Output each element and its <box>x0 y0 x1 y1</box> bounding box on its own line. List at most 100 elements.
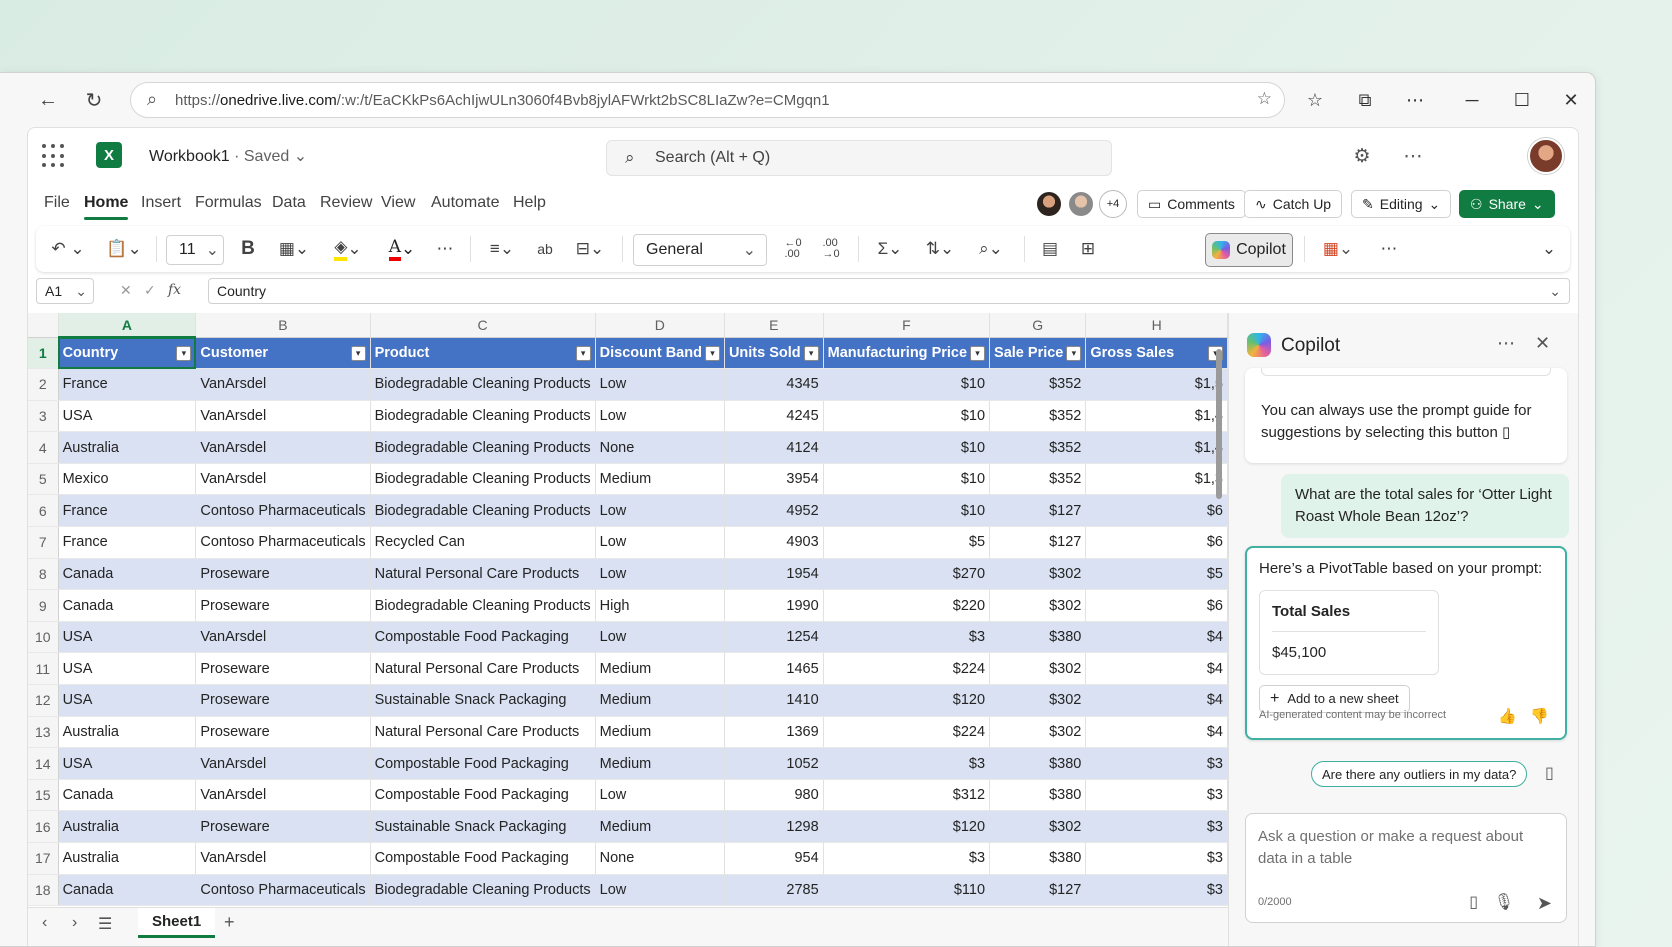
column-header[interactable]: G <box>989 313 1087 338</box>
table-cell[interactable]: Sustainable Snack Packaging <box>370 684 596 717</box>
vertical-scrollbar[interactable] <box>1214 341 1224 921</box>
table-cell[interactable]: Contoso Pharmaceuticals <box>195 874 371 907</box>
copilot-input[interactable]: Ask a question or make a request about d… <box>1245 813 1567 923</box>
more-commands-icon[interactable]: ⋯ <box>1374 235 1404 263</box>
analyze-data-icon[interactable]: ▤ <box>1036 235 1064 263</box>
table-cell[interactable]: $5 <box>1085 558 1228 591</box>
table-cell[interactable]: Low <box>595 779 725 812</box>
table-cell[interactable]: $352 <box>989 431 1087 464</box>
table-cell[interactable]: $3 <box>1085 810 1228 843</box>
table-cell[interactable]: $220 <box>823 589 991 622</box>
autosum-icon[interactable]: Σ⌄ <box>870 235 910 263</box>
thumbs-down-icon[interactable]: 👎 <box>1530 706 1549 728</box>
header-cell[interactable]: Sale Price ▾ <box>989 337 1087 370</box>
table-cell[interactable]: VanArsdel <box>195 463 371 496</box>
table-cell[interactable]: Compostable Food Packaging <box>370 747 596 780</box>
table-cell[interactable]: USA <box>58 400 197 433</box>
table-cell[interactable]: Canada <box>58 874 197 907</box>
table-cell[interactable]: Biodegradable Cleaning Products <box>370 431 596 464</box>
table-cell[interactable]: Biodegradable Cleaning Products <box>370 874 596 907</box>
menu-data[interactable]: Data <box>272 194 306 212</box>
column-header[interactable]: E <box>724 313 824 338</box>
row-header[interactable]: 8 <box>28 558 59 591</box>
microphone-icon[interactable]: 🎙 <box>1494 892 1514 912</box>
table-cell[interactable]: Contoso Pharmaceuticals <box>195 494 371 528</box>
table-cell[interactable]: Low <box>595 526 725 559</box>
filter-dropdown-icon[interactable]: ▾ <box>803 345 819 361</box>
user-avatar[interactable] <box>1528 138 1564 174</box>
collections-icon[interactable]: ⧉ <box>1350 85 1380 115</box>
table-cell[interactable]: $5 <box>823 526 991 559</box>
column-header[interactable]: F <box>823 313 991 338</box>
table-cell[interactable]: $1,3 <box>1085 463 1228 496</box>
table-cell[interactable]: $3 <box>823 621 991 654</box>
back-arrow-icon[interactable]: ← <box>34 86 62 114</box>
menu-view[interactable]: View <box>381 194 415 212</box>
table-cell[interactable]: Canada <box>58 589 197 622</box>
collaborator-avatar[interactable] <box>1035 190 1063 218</box>
row-header[interactable]: 2 <box>28 368 59 401</box>
table-styles-icon[interactable]: ▦ ⌄ <box>1316 235 1360 263</box>
table-cell[interactable]: Low <box>595 368 725 401</box>
table-cell[interactable]: Proseware <box>195 810 371 843</box>
favorites-icon[interactable]: ☆ <box>1300 85 1330 115</box>
table-cell[interactable]: Medium <box>595 684 725 717</box>
table-cell[interactable]: Natural Personal Care Products <box>370 558 596 591</box>
merge-icon[interactable]: ⊟⌄ <box>570 235 610 263</box>
table-cell[interactable]: $110 <box>823 874 991 907</box>
catch-up-button[interactable]: ∿ Catch Up <box>1244 190 1343 218</box>
font-color-icon[interactable]: A ⌄ <box>380 235 424 263</box>
function-icon[interactable]: fx <box>168 282 181 298</box>
minimize-icon[interactable]: ─ <box>1457 85 1487 115</box>
table-cell[interactable]: $302 <box>989 810 1087 843</box>
table-cell[interactable]: $127 <box>989 526 1087 559</box>
find-icon[interactable]: ⌕⌄ <box>970 235 1012 263</box>
table-cell[interactable]: Biodegradable Cleaning Products <box>370 589 596 622</box>
table-cell[interactable]: $6 <box>1085 589 1228 622</box>
menu-automate[interactable]: Automate <box>431 194 499 212</box>
prompt-guide-icon[interactable]: ▯ <box>1469 892 1478 912</box>
table-cell[interactable]: $4 <box>1085 621 1228 654</box>
all-sheets-menu-icon[interactable]: ☰ <box>98 914 112 934</box>
decrease-decimal-icon[interactable]: .00 →0 <box>816 235 846 263</box>
table-cell[interactable]: Proseware <box>195 716 371 749</box>
row-header[interactable]: 10 <box>28 621 59 654</box>
search-input[interactable]: ⌕ Search (Alt + Q) <box>606 140 1112 176</box>
refresh-icon[interactable]: ↻ <box>80 86 108 114</box>
table-cell[interactable]: France <box>58 526 197 559</box>
table-cell[interactable]: $6 <box>1085 494 1228 528</box>
table-cell[interactable]: High <box>595 589 725 622</box>
copilot-ribbon-button[interactable]: Copilot <box>1205 233 1293 267</box>
table-cell[interactable]: $10 <box>823 368 991 401</box>
table-cell[interactable]: Medium <box>595 747 725 780</box>
table-cell[interactable]: VanArsdel <box>195 621 371 654</box>
table-cell[interactable]: 4903 <box>724 526 824 559</box>
sheet-tab[interactable]: Sheet1 <box>138 908 216 938</box>
table-cell[interactable]: $4 <box>1085 684 1228 717</box>
menu-file[interactable]: File <box>44 194 70 212</box>
wrap-text-icon[interactable]: ab <box>532 235 558 263</box>
confirm-icon[interactable]: ✓ <box>144 282 156 299</box>
menu-insert[interactable]: Insert <box>141 194 181 212</box>
settings-gear-icon[interactable]: ⚙ <box>1348 142 1376 170</box>
row-header[interactable]: 4 <box>28 431 59 464</box>
filter-dropdown-icon[interactable]: ▾ <box>970 345 986 361</box>
undo-icon[interactable]: ↶ ⌄ <box>48 235 88 263</box>
table-cell[interactable]: Sustainable Snack Packaging <box>370 810 596 843</box>
table-cell[interactable]: $10 <box>823 494 991 528</box>
add-favorite-icon[interactable]: ☆ <box>1257 89 1272 109</box>
filter-dropdown-icon[interactable]: ▾ <box>1066 345 1082 361</box>
send-icon[interactable]: ➤ <box>1537 893 1552 914</box>
table-cell[interactable]: USA <box>58 621 197 654</box>
header-cell[interactable]: Country ▾ <box>58 337 197 370</box>
table-cell[interactable]: VanArsdel <box>195 747 371 780</box>
table-cell[interactable]: Medium <box>595 810 725 843</box>
table-cell[interactable]: Medium <box>595 716 725 749</box>
column-header[interactable]: B <box>195 313 371 338</box>
table-cell[interactable]: $4 <box>1085 652 1228 686</box>
table-cell[interactable]: $127 <box>989 494 1087 528</box>
table-cell[interactable]: 1052 <box>724 747 824 780</box>
address-bar[interactable]: ⌕ https://onedrive.live.com/:w:/t/EaCKkP… <box>130 82 1285 118</box>
table-cell[interactable]: $302 <box>989 684 1087 717</box>
share-button[interactable]: ⚇ Share ⌄ <box>1459 190 1555 218</box>
